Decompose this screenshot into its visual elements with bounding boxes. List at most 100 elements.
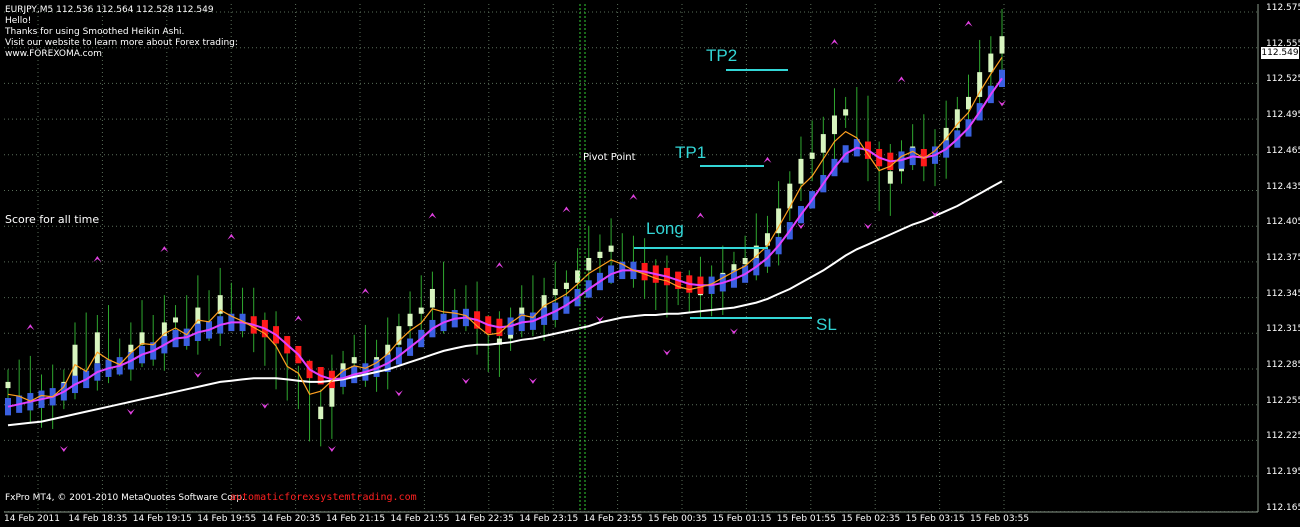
y-tick-label: 112.525	[1266, 74, 1300, 85]
x-tick-label: 14 Feb 19:55	[197, 514, 257, 524]
heikin-ashi-bars	[5, 69, 1005, 416]
down-arrow-icon	[59, 446, 68, 453]
down-arrow-icon	[461, 377, 470, 384]
up-arrow-icon	[160, 246, 169, 253]
y-tick-label: 112.345	[1266, 288, 1300, 299]
candle-body	[94, 332, 100, 364]
y-tick-label: 112.255	[1266, 395, 1300, 406]
y-tick-label: 112.375	[1266, 252, 1300, 263]
tp1-label: TP1	[675, 143, 707, 162]
down-arrow-icon	[260, 402, 269, 409]
candle-body	[5, 381, 11, 389]
candle-body	[809, 152, 815, 159]
y-tick-label: 112.575	[1266, 3, 1300, 13]
y-tick-label: 112.285	[1266, 360, 1300, 370]
up-arrow-icon	[830, 39, 839, 46]
header-line-3: Visit our website to learn more about Fo…	[5, 38, 238, 48]
x-tick-label: 15 Feb 00:35	[648, 514, 708, 524]
score-label: Score for all time	[5, 213, 100, 226]
up-arrow-icon	[562, 206, 571, 213]
symbol-header: EURJPY,M5 112.536 112.564 112.528 112.54…	[5, 5, 214, 15]
x-tick-label: 14 Feb 20:35	[261, 514, 321, 524]
tp2-label: TP2	[706, 46, 738, 65]
candle-body	[608, 245, 614, 252]
y-tick-label: 112.195	[1266, 467, 1300, 478]
y-tick-label: 112.165	[1266, 502, 1300, 513]
x-tick-label: 14 Feb 21:15	[326, 514, 386, 524]
candle-body	[843, 109, 849, 116]
sl-label: SL	[816, 315, 837, 334]
y-tick-label: 112.555	[1266, 38, 1300, 49]
ma-slow-line	[7, 180, 1003, 427]
up-arrow-icon	[629, 194, 638, 201]
up-arrow-icon	[897, 76, 906, 83]
footer-copyright: FxPro MT4, © 2001-2010 MetaQuotes Softwa…	[5, 493, 245, 503]
x-tick-label: 15 Feb 03:15	[905, 514, 965, 524]
candle-body	[965, 96, 971, 110]
candle-body	[831, 115, 837, 135]
up-arrow-icon	[696, 212, 705, 219]
down-arrow-icon	[863, 223, 872, 230]
up-arrow-icon	[495, 262, 504, 269]
x-tick-label: 14 Feb 18:35	[68, 514, 128, 524]
ma-mid-line	[7, 77, 1003, 408]
candle-body	[418, 307, 424, 314]
candle-body	[351, 357, 357, 364]
chart-grid	[4, 4, 1258, 513]
down-arrow-icon	[394, 390, 403, 397]
candle-body	[173, 317, 179, 323]
candle-body	[563, 282, 569, 289]
y-tick-label: 112.315	[1266, 324, 1300, 335]
watermark-text: automaticforexsystemtrading.com	[230, 492, 417, 503]
up-arrow-icon	[763, 156, 772, 163]
candle-body	[318, 406, 324, 420]
x-tick-label: 15 Feb 03:55	[970, 514, 1030, 524]
down-arrow-icon	[528, 377, 537, 384]
x-tick-label: 14 Feb 19:15	[132, 514, 192, 524]
candle-body	[999, 36, 1005, 54]
up-arrow-icon	[428, 212, 437, 219]
x-tick-label: 15 Feb 01:15	[712, 514, 772, 524]
x-tick-label: 14 Feb 23:15	[519, 514, 579, 524]
up-arrow-icon	[227, 233, 236, 240]
y-tick-label: 112.405	[1266, 217, 1300, 228]
header-line-4: www.FOREXOMA.com	[5, 49, 102, 59]
candle-body	[597, 251, 603, 258]
candle-body	[552, 288, 558, 296]
x-tick-label: 15 Feb 02:35	[841, 514, 901, 524]
x-tick-label: 14 Feb 21:55	[390, 514, 450, 524]
down-arrow-icon	[126, 408, 135, 415]
x-tick-label: 14 Feb 2011	[4, 514, 61, 524]
y-tick-label: 112.465	[1266, 145, 1300, 156]
candle-body	[820, 134, 826, 153]
pivot-label: Pivot Point	[583, 152, 636, 163]
x-tick-label: 14 Feb 23:55	[583, 514, 643, 524]
candle-body	[139, 332, 145, 345]
candle-body	[407, 313, 413, 327]
price-chart[interactable]	[0, 0, 1300, 527]
x-tick-label: 15 Feb 01:55	[776, 514, 836, 524]
up-arrow-icon	[361, 288, 370, 295]
candle-body	[742, 258, 748, 265]
header-line-2: Thanks for using Smoothed Heikin Ashi.	[5, 27, 185, 37]
signal-arrows	[26, 20, 1006, 453]
candles	[5, 8, 1005, 447]
down-arrow-icon	[998, 100, 1006, 107]
up-arrow-icon	[26, 324, 35, 331]
up-arrow-icon	[93, 256, 102, 262]
y-tick-label: 112.495	[1266, 110, 1300, 121]
down-arrow-icon	[662, 349, 671, 356]
x-tick-label: 14 Feb 22:35	[454, 514, 514, 524]
candle-body	[798, 158, 804, 184]
current-price-box: 112.549	[1261, 47, 1299, 59]
candle-body	[988, 53, 994, 73]
down-arrow-icon	[327, 446, 336, 453]
candle-body	[887, 171, 893, 184]
long-label: Long	[646, 219, 684, 238]
down-arrow-icon	[796, 223, 805, 230]
candle-body	[575, 270, 581, 283]
candle-body	[429, 288, 435, 308]
header-line-1: Hello!	[5, 16, 32, 26]
y-tick-label: 112.225	[1266, 431, 1300, 442]
y-tick-label: 112.435	[1266, 181, 1300, 192]
